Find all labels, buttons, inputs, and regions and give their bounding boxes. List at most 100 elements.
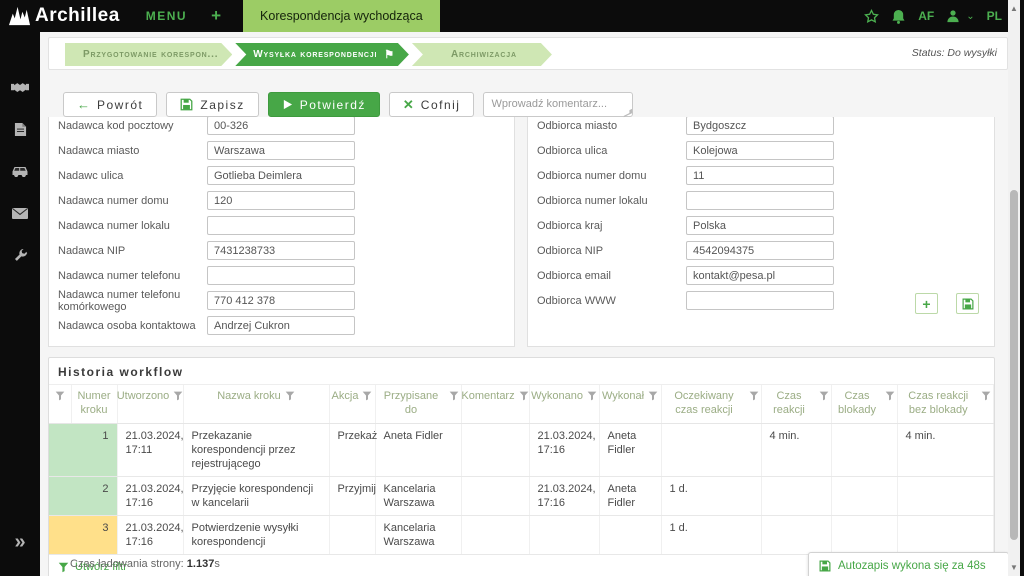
undo-button[interactable]: ✕ Cofnij: [388, 92, 475, 117]
wf-cell: [329, 515, 376, 556]
filter-icon[interactable]: [981, 391, 991, 404]
workflow-history-row[interactable]: 1 21.03.2024, 17:11 Przekazanie koresponde…: [49, 423, 994, 477]
field-label-odbiorca-nip: Odbiorca NIP: [537, 244, 604, 257]
wf-cell: Potwierdzenie wysyłki korespondencji: [183, 515, 330, 556]
sidebar-expand-icon[interactable]: »: [0, 531, 40, 554]
autosave-save-icon: [819, 560, 831, 572]
app-logo[interactable]: Archillea: [0, 5, 120, 28]
recipient-field-row: Odbiorca email: [537, 263, 994, 288]
recipient-input-odbiorca-kraj[interactable]: [686, 216, 834, 235]
step-label: Archiwizacja: [450, 49, 517, 60]
chevron-down-icon[interactable]: ⌄: [966, 11, 974, 22]
filter-icon[interactable]: [819, 391, 829, 404]
filter-icon[interactable]: [587, 391, 597, 404]
wf-column-nazwa-kroku: Nazwa kroku: [183, 385, 330, 424]
language-selector[interactable]: PL: [987, 9, 1002, 23]
scroll-up-arrow[interactable]: ▲: [1008, 4, 1020, 13]
sender-input-nadawca-numer-domu[interactable]: [207, 191, 355, 210]
comment-input[interactable]: [483, 92, 634, 117]
back-button[interactable]: ← Powrót: [63, 92, 158, 117]
field-label-nadawca-osoba-kontaktowa: Nadawca osoba kontaktowa: [58, 319, 196, 332]
scrollbar-thumb[interactable]: [1010, 190, 1018, 540]
vehicles-car-icon[interactable]: [11, 162, 29, 180]
filter-icon[interactable]: [519, 391, 529, 404]
filter-funnel-icon: [58, 562, 69, 572]
sender-input-nadawca-miasto[interactable]: [207, 141, 355, 160]
wf-cell: [897, 515, 994, 556]
recipient-input-odbiorca-ulica[interactable]: [686, 141, 834, 160]
save-button[interactable]: Zapisz: [166, 92, 259, 117]
partners-handshake-icon[interactable]: [11, 78, 29, 96]
workflow-history-table: Numer kroku Utworzono Nazwa kroku Akcja Przy…: [49, 385, 994, 556]
field-label-nadawca-numer-domu: Nadawca numer domu: [58, 194, 169, 207]
wf-cell: [661, 423, 762, 477]
filter-icon[interactable]: [173, 391, 183, 404]
sender-input-nadawca-nip[interactable]: [207, 241, 355, 260]
wf-cell: Aneta Fidler: [599, 476, 662, 516]
sender-input-nadawca-numer-telefonu-komórkowego[interactable]: [207, 291, 355, 310]
workflow-history-panel: Historia workflow Numer kroku Utworzono Na…: [48, 357, 995, 576]
sender-input-nadawc-ulica[interactable]: [207, 166, 355, 185]
column-label: Oczekiwany czas reakcji: [674, 390, 734, 416]
filter-icon[interactable]: [449, 391, 459, 404]
filter-icon[interactable]: [285, 391, 295, 404]
scroll-down-arrow[interactable]: ▼: [1008, 563, 1020, 572]
column-label: Akcja: [331, 390, 359, 402]
workflow-history-row[interactable]: 3 21.03.2024, 17:16 Potwierdzenie wysyłki …: [49, 515, 994, 556]
recipient-input-odbiorca-nip[interactable]: [686, 241, 834, 260]
sender-input-nadawca-numer-telefonu[interactable]: [207, 266, 355, 285]
wf-column-akcja: Akcja: [329, 385, 376, 424]
back-arrow-icon: ←: [77, 97, 90, 112]
wf-cell: [761, 515, 832, 556]
settings-wrench-icon[interactable]: [11, 246, 29, 264]
wf-cell: [461, 423, 530, 477]
mail-envelope-icon[interactable]: [11, 204, 29, 222]
confirm-button[interactable]: Potwierdź: [267, 92, 380, 117]
sender-input-nadawca-osoba-kontaktowa[interactable]: [207, 316, 355, 335]
field-label-odbiorca-www: Odbiorca WWW: [537, 294, 616, 307]
filter-icon[interactable]: [55, 391, 65, 404]
filter-icon[interactable]: [749, 391, 759, 404]
load-time-value: 1.137: [186, 558, 215, 570]
field-label-nadawca-nip: Nadawca NIP: [58, 244, 126, 257]
wf-cell: 21.03.2024, 17:16: [529, 476, 600, 516]
recipient-input-odbiorca-numer-domu[interactable]: [686, 166, 834, 185]
recipient-input-odbiorca-email[interactable]: [686, 266, 834, 285]
field-label-nadawca-miasto: Nadawca miasto: [58, 144, 140, 157]
wf-column-wykonał: Wykonał: [599, 385, 662, 424]
wf-cell: [897, 476, 994, 516]
wf-cell: 1 d.: [661, 476, 762, 516]
new-tab-button[interactable]: +: [211, 6, 221, 26]
workflow-step-archiwizacja[interactable]: Archiwizacja: [412, 43, 552, 66]
tab-korespondencja-wychodzaca[interactable]: Korespondencja wychodząca: [243, 0, 440, 32]
sender-field-row: Nadawca miasto: [58, 138, 514, 163]
step-label: Wysyłka korespondencji: [253, 49, 378, 60]
wf-column-utworzono: Utworzono: [117, 385, 184, 424]
add-recipient-button[interactable]: +: [915, 293, 938, 314]
star-icon[interactable]: [864, 8, 880, 24]
filter-icon[interactable]: [362, 391, 372, 404]
workflow-step-wysylka[interactable]: Wysyłka korespondencji ⚑: [235, 43, 409, 66]
recipient-input-odbiorca-miasto[interactable]: [686, 117, 834, 135]
sender-input-nadawca-numer-lokalu[interactable]: [207, 216, 355, 235]
filter-icon[interactable]: [885, 391, 895, 404]
autosave-message: Autozapis wykona się za 48s: [838, 559, 986, 572]
user-initials[interactable]: AF: [918, 9, 934, 23]
menu-button[interactable]: MENU: [146, 9, 187, 23]
wf-cell: Aneta Fidler: [599, 423, 662, 477]
notifications-bell-icon[interactable]: [891, 9, 906, 24]
field-label-nadawca-numer-lokalu: Nadawca numer lokalu: [58, 219, 170, 232]
save-recipient-button[interactable]: [956, 293, 979, 314]
filter-icon[interactable]: [648, 391, 658, 404]
wf-column-oczekiwany-czas-reakcji: Oczekiwany czas reakcji: [661, 385, 762, 424]
workflow-step-przygotowanie[interactable]: Przygotowanie korespon...: [65, 43, 232, 66]
wf-cell: [461, 515, 530, 556]
workflow-history-row[interactable]: 2 21.03.2024, 17:16 Przyjęcie korespondenc…: [49, 476, 994, 516]
field-label-odbiorca-email: Odbiorca email: [537, 269, 611, 282]
documents-icon[interactable]: [11, 120, 29, 138]
recipient-input-odbiorca-numer-lokalu[interactable]: [686, 191, 834, 210]
user-avatar-icon[interactable]: [946, 9, 960, 23]
recipient-input-odbiorca-www[interactable]: [686, 291, 834, 310]
vertical-scrollbar[interactable]: ▲ ▼: [1008, 0, 1020, 576]
wf-step-number: 2: [49, 476, 118, 516]
